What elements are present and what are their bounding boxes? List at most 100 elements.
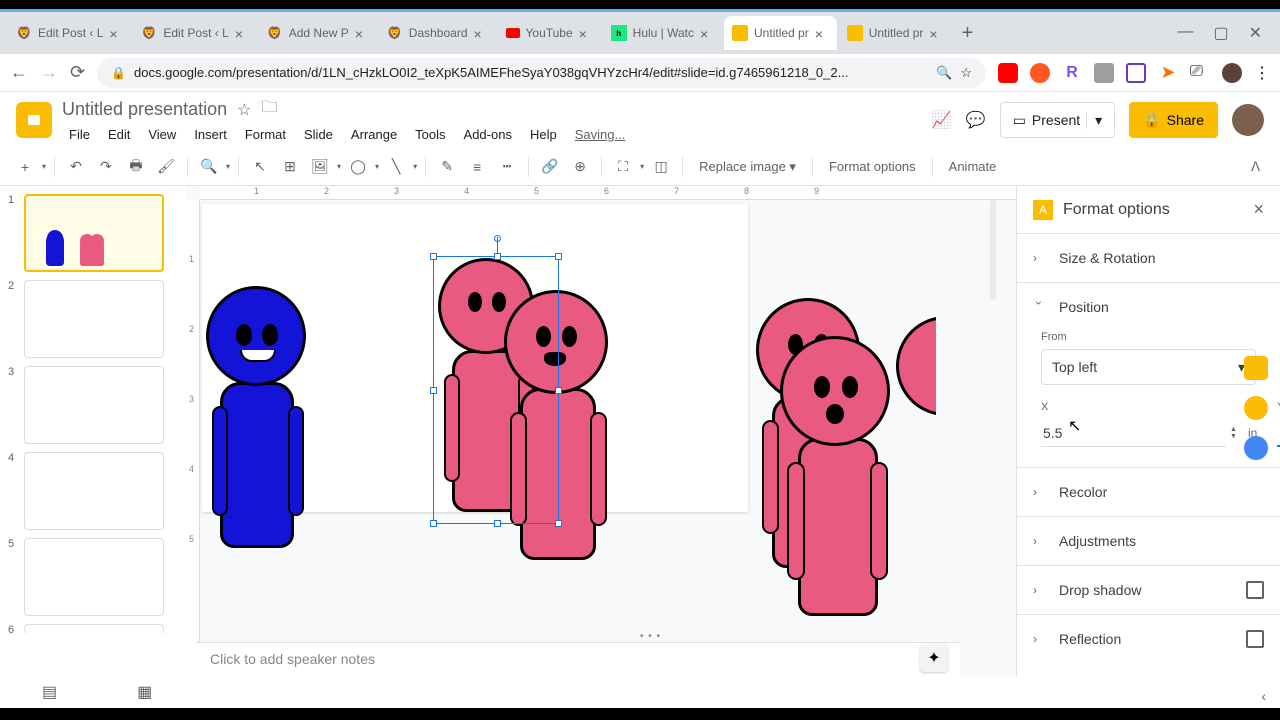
selection-box[interactable] — [433, 256, 559, 524]
forward-button[interactable]: → — [40, 62, 58, 83]
recolor-section[interactable]: › Recolor — [1017, 468, 1280, 516]
animate-button[interactable]: Animate — [941, 159, 1005, 174]
print-button[interactable]: 🖶 — [123, 154, 149, 180]
image-tool[interactable]: 🖼 — [307, 154, 333, 180]
resize-handle[interactable] — [430, 520, 437, 527]
resize-handle[interactable] — [555, 520, 562, 527]
url-field[interactable]: 🔒 docs.google.com/presentation/d/1LN_cHz… — [97, 58, 986, 88]
move-icon[interactable]: 🗀 — [261, 96, 277, 123]
resize-handle[interactable] — [494, 253, 501, 260]
browser-tab[interactable]: Untitled pr× — [724, 16, 837, 50]
close-icon[interactable]: × — [929, 26, 943, 40]
slide-thumbnail[interactable]: 3 — [8, 366, 178, 444]
menu-help[interactable]: Help — [523, 125, 564, 144]
crop-button[interactable]: ⛶ — [610, 154, 636, 180]
reflection-checkbox[interactable] — [1246, 630, 1264, 648]
browser-tab[interactable]: Untitled pr× — [839, 16, 952, 50]
extension-icon[interactable]: R — [1062, 63, 1082, 83]
close-icon[interactable]: ✕ — [1249, 23, 1262, 43]
extension-icon[interactable] — [1126, 63, 1146, 83]
tasks-icon[interactable] — [1244, 436, 1268, 460]
browser-tab[interactable]: YouTube× — [498, 16, 601, 50]
close-icon[interactable]: × — [579, 26, 593, 40]
format-options-button[interactable]: Format options — [821, 159, 924, 174]
shape-tool[interactable]: ◯ — [345, 154, 371, 180]
present-button[interactable]: ▭Present ▾ — [1000, 102, 1116, 138]
resize-handle[interactable] — [430, 387, 437, 394]
drop-shadow-section[interactable]: › Drop shadow — [1017, 566, 1280, 614]
grid-view-button[interactable]: ▦ — [137, 682, 152, 702]
x-input[interactable] — [1041, 419, 1226, 447]
share-button[interactable]: 🔒Share — [1129, 102, 1218, 138]
canvas[interactable]: 1 2 3 4 5 6 7 8 9 1 2 3 4 5 — [186, 186, 1016, 716]
close-icon[interactable]: × — [109, 26, 123, 40]
menu-insert[interactable]: Insert — [187, 125, 234, 144]
user-avatar[interactable] — [1232, 104, 1264, 136]
link-button[interactable]: 🔗 — [537, 154, 563, 180]
minimize-icon[interactable]: — — [1177, 23, 1193, 43]
extension-icon[interactable] — [1030, 63, 1050, 83]
position-section[interactable]: › Position — [1017, 283, 1280, 331]
resize-handle[interactable] — [430, 253, 437, 260]
notes-drag-handle[interactable]: • • • — [640, 631, 661, 642]
size-rotation-section[interactable]: › Size & Rotation — [1017, 234, 1280, 282]
keep-icon[interactable] — [1244, 396, 1268, 420]
reflection-section[interactable]: › Reflection — [1017, 615, 1280, 663]
paint-format-button[interactable]: 🖌 — [153, 154, 179, 180]
profile-avatar[interactable] — [1222, 63, 1242, 83]
activity-icon[interactable]: 📈 — [932, 110, 952, 130]
close-icon[interactable]: × — [235, 26, 249, 40]
menu-arrange[interactable]: Arrange — [344, 125, 404, 144]
comments-icon[interactable]: 💬 — [966, 110, 986, 130]
undo-button[interactable]: ↶ — [63, 154, 89, 180]
resize-handle[interactable] — [555, 387, 562, 394]
replace-image-button[interactable]: Replace image ▾ — [691, 159, 804, 175]
calendar-icon[interactable] — [1244, 356, 1268, 380]
border-weight-button[interactable]: ≡ — [464, 154, 490, 180]
slide-thumbnail[interactable]: 6 — [8, 624, 178, 636]
browser-tab[interactable]: hHulu | Watc× — [603, 16, 722, 50]
maximize-icon[interactable]: ▢ — [1213, 23, 1228, 43]
menu-view[interactable]: View — [141, 125, 183, 144]
menu-file[interactable]: File — [62, 125, 97, 144]
cast-icon[interactable]: ⎚ — [1190, 63, 1210, 83]
slides-logo[interactable] — [16, 102, 52, 138]
pink-figure-partial[interactable] — [896, 316, 936, 516]
back-button[interactable]: ← — [10, 62, 28, 83]
star-icon[interactable]: ☆ — [960, 65, 972, 81]
resize-handle[interactable] — [494, 520, 501, 527]
slide-thumbnail[interactable]: 4 — [8, 452, 178, 530]
browser-tab[interactable]: 🦁Add New P× — [259, 16, 377, 50]
menu-edit[interactable]: Edit — [101, 125, 137, 144]
close-icon[interactable]: × — [355, 26, 369, 40]
new-tab-button[interactable]: + — [953, 19, 981, 47]
expand-side-panel-button[interactable]: ‹ — [1261, 688, 1266, 704]
menu-icon[interactable]: ⋮ — [1254, 63, 1270, 83]
adjustments-section[interactable]: › Adjustments — [1017, 517, 1280, 565]
explore-button[interactable]: ✦ — [920, 644, 948, 672]
mask-button[interactable]: ◫ — [648, 154, 674, 180]
zoom-icon[interactable]: 🔍 — [936, 65, 952, 81]
slide-thumbnail[interactable]: 5 — [8, 538, 178, 616]
resize-handle[interactable] — [555, 253, 562, 260]
menu-tools[interactable]: Tools — [408, 125, 452, 144]
border-color-button[interactable]: ✎ — [434, 154, 460, 180]
browser-tab[interactable]: 🦁Dashboard× — [379, 16, 496, 50]
textbox-tool[interactable]: ⊞ — [277, 154, 303, 180]
extension-icon[interactable] — [1094, 63, 1114, 83]
redo-button[interactable]: ↷ — [93, 154, 119, 180]
select-tool[interactable]: ↖ — [247, 154, 273, 180]
extension-icon[interactable] — [998, 63, 1018, 83]
present-dropdown[interactable]: ▾ — [1086, 112, 1110, 129]
browser-tab[interactable]: 🦁Edit Post ‹ L× — [133, 16, 256, 50]
speaker-notes[interactable]: Click to add speaker notes — [196, 642, 960, 676]
close-panel-button[interactable]: × — [1253, 199, 1264, 220]
close-icon[interactable]: × — [474, 26, 488, 40]
close-icon[interactable]: × — [815, 26, 829, 40]
comment-button[interactable]: ⊕ — [567, 154, 593, 180]
new-slide-button[interactable]: + — [12, 154, 38, 180]
reload-button[interactable]: ⟳ — [70, 62, 85, 83]
slide-thumbnail[interactable]: 1 — [8, 194, 178, 272]
menu-slide[interactable]: Slide — [297, 125, 340, 144]
zoom-button[interactable]: 🔍 — [196, 154, 222, 180]
